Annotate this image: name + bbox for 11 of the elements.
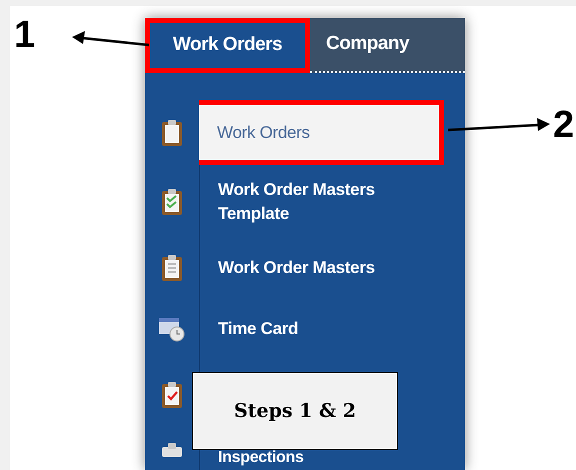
menu-item[interactable]: Work Orders — [199, 100, 444, 165]
callout-box: Steps 1 & 2 — [192, 372, 398, 450]
calendar-clock-icon — [158, 316, 186, 342]
step-number: 2 — [553, 106, 574, 144]
menu-item[interactable]: Inspections — [218, 449, 304, 467]
menu-item[interactable]: Time Card — [200, 298, 405, 360]
nav-tab[interactable]: Company — [310, 18, 465, 74]
nav-tab[interactable]: Work Orders — [145, 18, 310, 74]
step-number: 1 — [14, 16, 36, 54]
menu-item[interactable]: Work Order Masters — [200, 238, 405, 298]
menu-item[interactable]: Work Order Masters Template — [200, 165, 405, 238]
